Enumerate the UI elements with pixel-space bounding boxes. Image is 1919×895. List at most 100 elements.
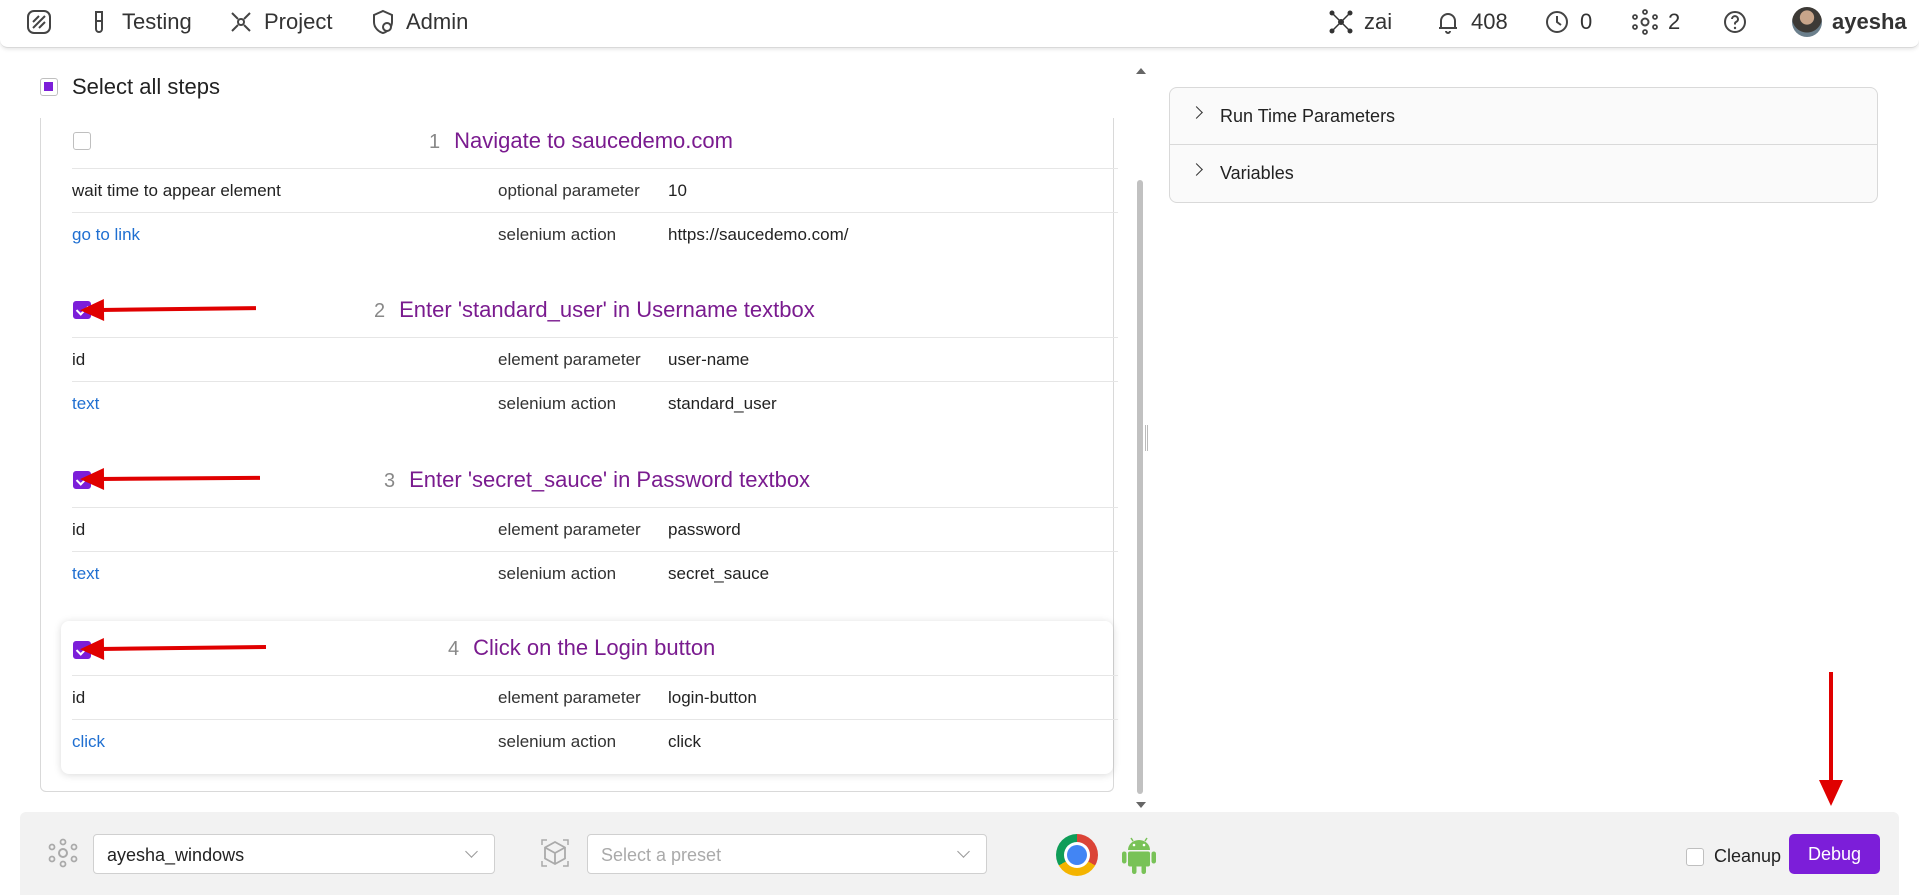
row-type: selenium action <box>498 225 617 244</box>
step-row: wait time to appear element optional par… <box>72 168 1118 212</box>
section-label: Variables <box>1220 163 1294 183</box>
row-type: selenium action <box>498 732 617 751</box>
nav-admin[interactable]: Admin <box>370 8 468 36</box>
step-title-text: Enter 'secret_sauce' in Password textbox <box>409 467 811 492</box>
run-bar: ayesha_windows Select a preset Cleanup D… <box>20 812 1899 895</box>
row-name: id <box>72 688 86 707</box>
cleanup-toggle[interactable]: Cleanup <box>1686 846 1781 867</box>
project-icon <box>231 12 251 32</box>
row-type: element parameter <box>498 520 641 539</box>
chevron-down-icon <box>957 845 970 858</box>
row-value: user-name <box>668 350 750 369</box>
cube-icon <box>541 839 569 867</box>
step-title-text: Click on the Login button <box>473 635 716 660</box>
history-button[interactable]: 0 <box>1544 8 1592 36</box>
debug-button[interactable]: Debug <box>1789 834 1880 874</box>
help-button[interactable] <box>1722 8 1748 36</box>
notifications-count: 408 <box>1471 9 1508 34</box>
row-value: password <box>668 520 741 539</box>
steps-scrollbar[interactable] <box>1136 68 1146 808</box>
step-number: 1 <box>429 131 441 153</box>
row-type: element parameter <box>498 350 641 369</box>
scroll-up-icon[interactable] <box>1136 68 1146 74</box>
step-4: 4 Click on the Login button id element pa… <box>61 621 1118 774</box>
step-row: id element parameter user-name <box>72 337 1118 381</box>
user-name: ayesha <box>1832 9 1907 34</box>
chevron-right-icon <box>1190 163 1203 176</box>
clock-icon <box>1546 11 1568 33</box>
row-value: standard_user <box>668 394 777 413</box>
step-1: 1 Navigate to saucedemo.com wait time to … <box>61 118 1118 256</box>
agents-button[interactable]: 2 <box>1632 8 1680 36</box>
step-title-text: Navigate to saucedemo.com <box>454 128 733 153</box>
app-logo[interactable] <box>26 8 52 36</box>
avatar <box>1792 7 1822 37</box>
step-number: 4 <box>448 638 460 660</box>
section-label: Run Time Parameters <box>1220 106 1396 126</box>
scrollbar-thumb[interactable] <box>1137 180 1143 794</box>
row-type: element parameter <box>498 688 641 707</box>
step-title-text: Enter 'standard_user' in Username textbo… <box>399 297 815 322</box>
panel-splitter[interactable] <box>1145 425 1148 451</box>
steps-panel: 1 Navigate to saucedemo.com wait time to … <box>40 118 1118 792</box>
network-icon <box>1329 10 1353 34</box>
row-action-link[interactable]: text <box>72 394 99 414</box>
nav-admin-label: Admin <box>406 9 469 34</box>
step-row: click selenium action click <box>72 719 1118 763</box>
user-menu[interactable]: ayesha <box>1792 7 1907 37</box>
chevron-down-icon <box>465 845 478 858</box>
chrome-icon[interactable] <box>1056 834 1098 876</box>
chevron-right-icon <box>1190 106 1203 119</box>
step-2-title[interactable]: 2 Enter 'standard_user' in Username textb… <box>374 297 815 323</box>
nav-project[interactable]: Project <box>228 8 332 36</box>
step-row: text selenium action standard_user <box>72 381 1118 425</box>
agent-select-value: ayesha_windows <box>107 845 245 865</box>
step-row: text selenium action secret_sauce <box>72 551 1118 595</box>
top-navigation: Testing Project Admin zai 408 0 2 ayesha <box>0 0 1919 48</box>
row-value: click <box>668 732 702 751</box>
step-1-checkbox[interactable] <box>73 132 91 150</box>
agents-icon <box>48 838 78 868</box>
select-all-checkbox[interactable] <box>40 78 58 96</box>
row-action-link[interactable]: click <box>72 732 105 752</box>
annotation-arrow <box>1819 672 1843 806</box>
run-time-parameters-section[interactable]: Run Time Parameters <box>1170 88 1877 145</box>
cleanup-checkbox[interactable] <box>1686 847 1704 866</box>
select-all-steps[interactable]: Select all steps <box>40 74 220 100</box>
row-type: selenium action <box>498 394 617 413</box>
step-row: go to link selenium action https://sauce… <box>72 212 1118 256</box>
android-icon[interactable] <box>1121 836 1157 876</box>
step-3-title[interactable]: 3 Enter 'secret_sauce' in Password textbo… <box>384 467 810 493</box>
nav-project-label: Project <box>264 9 333 34</box>
preset-select-placeholder: Select a preset <box>601 845 722 865</box>
preset-select[interactable]: Select a preset <box>587 834 987 874</box>
row-value: 10 <box>668 181 687 200</box>
settings-accordion: Run Time Parameters Variables <box>1169 87 1878 203</box>
step-row: id element parameter login-button <box>72 675 1118 719</box>
row-action-link[interactable]: go to link <box>72 225 140 245</box>
help-icon <box>1724 11 1746 33</box>
row-action-link[interactable]: text <box>72 564 99 584</box>
row-value: https://saucedemo.com/ <box>668 225 849 244</box>
shield-icon <box>373 9 393 35</box>
row-name: id <box>72 520 86 539</box>
flask-icon <box>95 11 103 33</box>
history-count: 0 <box>1580 9 1593 34</box>
step-1-title[interactable]: 1 Navigate to saucedemo.com <box>429 128 733 154</box>
cleanup-label: Cleanup <box>1714 846 1782 866</box>
logo-icon <box>27 10 51 34</box>
notifications-button[interactable]: 408 <box>1435 8 1508 36</box>
nav-zai[interactable]: zai <box>1328 8 1392 36</box>
agents-count: 2 <box>1668 9 1681 34</box>
variables-section[interactable]: Variables <box>1170 145 1877 202</box>
scroll-down-icon[interactable] <box>1136 802 1146 808</box>
nav-testing[interactable]: Testing <box>86 8 192 36</box>
step-number: 3 <box>384 470 396 492</box>
step-4-title[interactable]: 4 Click on the Login button <box>448 635 715 661</box>
row-type: selenium action <box>498 564 617 583</box>
row-value: secret_sauce <box>668 564 770 583</box>
agent-select[interactable]: ayesha_windows <box>93 834 495 874</box>
step-row: id element parameter password <box>72 507 1118 551</box>
step-number: 2 <box>374 300 386 322</box>
zai-label: zai <box>1364 9 1393 34</box>
